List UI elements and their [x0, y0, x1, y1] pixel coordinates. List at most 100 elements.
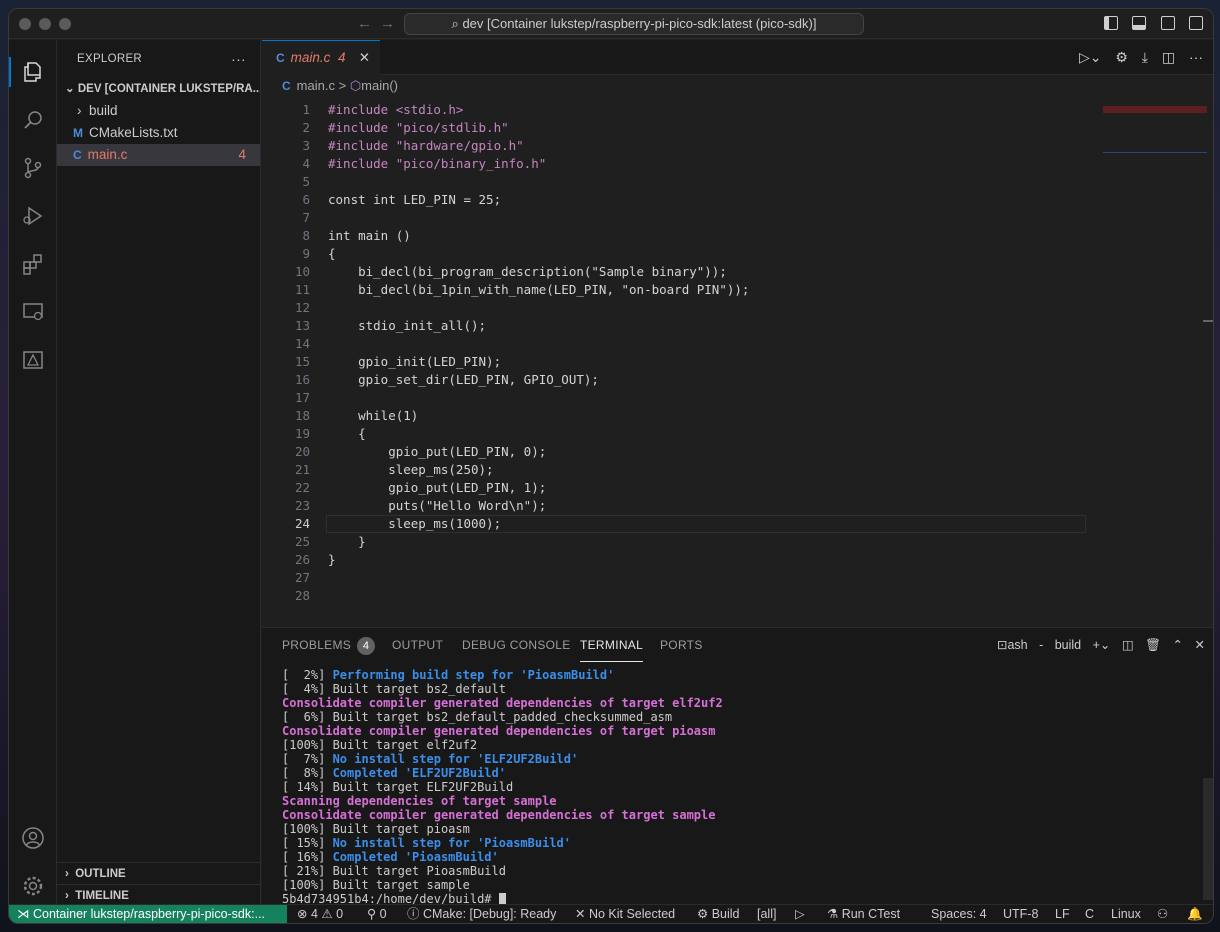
vscode-window: ←→ ⌕ dev [Container lukstep/raspberry-pi… [8, 8, 1214, 924]
terminal-line-text: Completed 'PioasmBuild' [332, 850, 499, 864]
editor-actions: ▷⌄ ⚙ ⤓ ◫ ··· [1079, 49, 1203, 66]
breadcrumb-symbol[interactable]: main() [361, 78, 398, 93]
extensions-icon[interactable] [21, 252, 45, 276]
search-icon[interactable] [21, 108, 45, 132]
build-label: Build [711, 907, 740, 921]
remote-explorer-icon[interactable] [21, 300, 45, 324]
terminal-scrollbar[interactable] [1203, 778, 1213, 900]
line-number: 17 [294, 390, 310, 405]
maximize-panel-icon[interactable]: ⌃ [1173, 638, 1183, 652]
code-line: gpio_put(LED_PIN, 1); [328, 480, 547, 495]
platform[interactable]: Linux [1111, 905, 1141, 923]
zoom-window-button[interactable] [59, 18, 71, 30]
more-icon[interactable]: ··· [1189, 49, 1203, 65]
breadcrumb-file[interactable]: main.c [297, 78, 335, 93]
settings-gear-icon[interactable] [21, 874, 45, 898]
tree-item-label: CMakeLists.txt [89, 125, 178, 140]
encoding[interactable]: UTF-8 [1003, 905, 1038, 923]
terminal-line: [100%] Built target pioasm [282, 822, 723, 836]
tab-problems[interactable]: PROBLEMS 4 [282, 628, 376, 662]
terminal-line-prefix: [ 15%] [282, 836, 333, 850]
debug-play-icon[interactable]: ▷ [795, 905, 805, 923]
remote-indicator[interactable]: ⋊ Container lukstep/raspberry-pi-pico-sd… [9, 905, 287, 923]
trash-icon[interactable]: 🗑 [1145, 638, 1161, 652]
indentation[interactable]: Spaces: 4 [931, 905, 987, 923]
run-icon[interactable]: ▷⌄ [1079, 49, 1102, 65]
terminal-line-text: Built target bs2_default_padded_checksum… [332, 710, 673, 724]
tab-debug-console[interactable]: DEBUG CONSOLE [462, 628, 571, 662]
code-line: gpio_init(LED_PIN); [328, 354, 502, 369]
build-target[interactable]: [all] [757, 905, 776, 923]
minimize-window-button[interactable] [39, 18, 51, 30]
activity-bar [9, 40, 57, 906]
terminal-output[interactable]: [ 2%] Performing build step for 'PioasmB… [282, 668, 723, 906]
more-actions-icon[interactable]: ··· [231, 40, 246, 78]
customize-layout-icon[interactable] [1189, 16, 1203, 30]
forward-arrow-icon[interactable]: → [380, 15, 403, 32]
add-terminal-icon[interactable]: +⌄ [1093, 638, 1111, 652]
gear-icon[interactable]: ⚙ [1115, 49, 1128, 65]
terminal-name[interactable]: ash - build [1007, 638, 1081, 652]
split-terminal-icon[interactable]: ◫ [1122, 638, 1134, 652]
kit-status[interactable]: ✕ No Kit Selected [575, 905, 676, 923]
code-line: stdio_init_all(); [328, 318, 487, 333]
tab-ports[interactable]: PORTS [660, 628, 703, 662]
toggle-panel-icon[interactable] [1132, 16, 1147, 30]
close-icon[interactable]: ✕ [359, 41, 370, 75]
explorer-icon[interactable] [21, 60, 45, 84]
ports-status[interactable]: ⚲ 0 [367, 905, 387, 923]
toggle-sidebar-icon[interactable] [1103, 16, 1118, 30]
line-number: 14 [294, 336, 310, 351]
breadcrumb: Cmain.c > ⬡main() [262, 75, 1213, 97]
tree-item-cmakelists[interactable]: M CMakeLists.txt [57, 122, 260, 144]
close-panel-icon[interactable]: ✕ [1195, 638, 1205, 652]
terminal-line-prefix: [ 7%] [282, 752, 333, 766]
split-editor-icon[interactable]: ◫ [1162, 49, 1175, 65]
language-mode[interactable]: C [1085, 905, 1094, 923]
feedback-icon[interactable]: ⚇ [1157, 905, 1168, 923]
terminal-line: [ 2%] Performing build step for 'PioasmB… [282, 668, 723, 682]
tree-item-main-c[interactable]: Cmain.c 4 [57, 144, 260, 166]
ctest-button[interactable]: ⚗ Run CTest [827, 905, 900, 923]
accounts-icon[interactable] [21, 826, 45, 850]
tab-output[interactable]: OUTPUT [392, 628, 443, 662]
run-debug-icon[interactable] [21, 204, 45, 228]
line-number: 8 [302, 228, 310, 243]
code-line: sleep_ms(1000); [328, 516, 502, 531]
cmake-icon[interactable] [21, 348, 45, 372]
command-center[interactable]: ⌕ dev [Container lukstep/raspberry-pi-pi… [404, 13, 864, 35]
download-icon[interactable]: ⤓ [1142, 49, 1148, 65]
cmake-status[interactable]: ⓘ CMake: [Debug]: Ready [407, 905, 556, 923]
tree-item-build[interactable]: › build [57, 100, 260, 122]
problems-status[interactable]: ⊗ 4 ⚠ 0 [297, 905, 343, 923]
end-of-line[interactable]: LF [1055, 905, 1070, 923]
back-arrow-icon[interactable]: ← [357, 15, 380, 32]
terminal-line-prefix: [ 4%] [282, 682, 333, 696]
kit-label: No Kit Selected [588, 907, 676, 921]
workspace-section-header[interactable]: ⌄ DEV [CONTAINER LUKSTEP/RA... [57, 78, 260, 100]
bottom-panel: PROBLEMS 4 OUTPUT DEBUG CONSOLE TERMINAL … [262, 627, 1213, 906]
minimap-error-marker [1103, 106, 1207, 113]
tab-terminal[interactable]: TERMINAL [580, 628, 644, 662]
notifications-icon[interactable]: 🔔 [1187, 905, 1203, 923]
terminal-line: [100%] Built target sample [282, 878, 723, 892]
minimap[interactable] [1103, 106, 1207, 156]
panel-tabs: PROBLEMS 4 OUTPUT DEBUG CONSOLE TERMINAL … [262, 628, 1213, 662]
timeline-section-header[interactable]: › TIMELINE [57, 884, 260, 906]
terminal-line-text: Consolidate compiler generated dependenc… [282, 696, 723, 710]
terminal-line-text: Built target PioasmBuild [332, 864, 506, 878]
line-number: 23 [294, 498, 310, 513]
close-window-button[interactable] [19, 18, 31, 30]
terminal-line-text: Completed 'ELF2UF2Build' [332, 766, 506, 780]
terminal-line: Consolidate compiler generated dependenc… [282, 696, 723, 710]
tab-main-c[interactable]: Cmain.c 4 ✕ [262, 40, 380, 75]
status-bar: ⋊ Container lukstep/raspberry-pi-pico-sd… [9, 904, 1213, 923]
line-number: 21 [294, 462, 310, 477]
outline-section-header[interactable]: › OUTLINE [57, 862, 260, 884]
build-button[interactable]: ⚙ Build [697, 905, 740, 923]
source-control-icon[interactable] [21, 156, 45, 180]
code-line: bi_decl(bi_1pin_with_name(LED_PIN, "on-b… [328, 282, 750, 297]
toggle-secondary-sidebar-icon[interactable] [1160, 16, 1175, 30]
code-line: #include <stdio.h> [328, 102, 464, 117]
code-line: #include "hardware/gpio.h" [328, 138, 524, 153]
